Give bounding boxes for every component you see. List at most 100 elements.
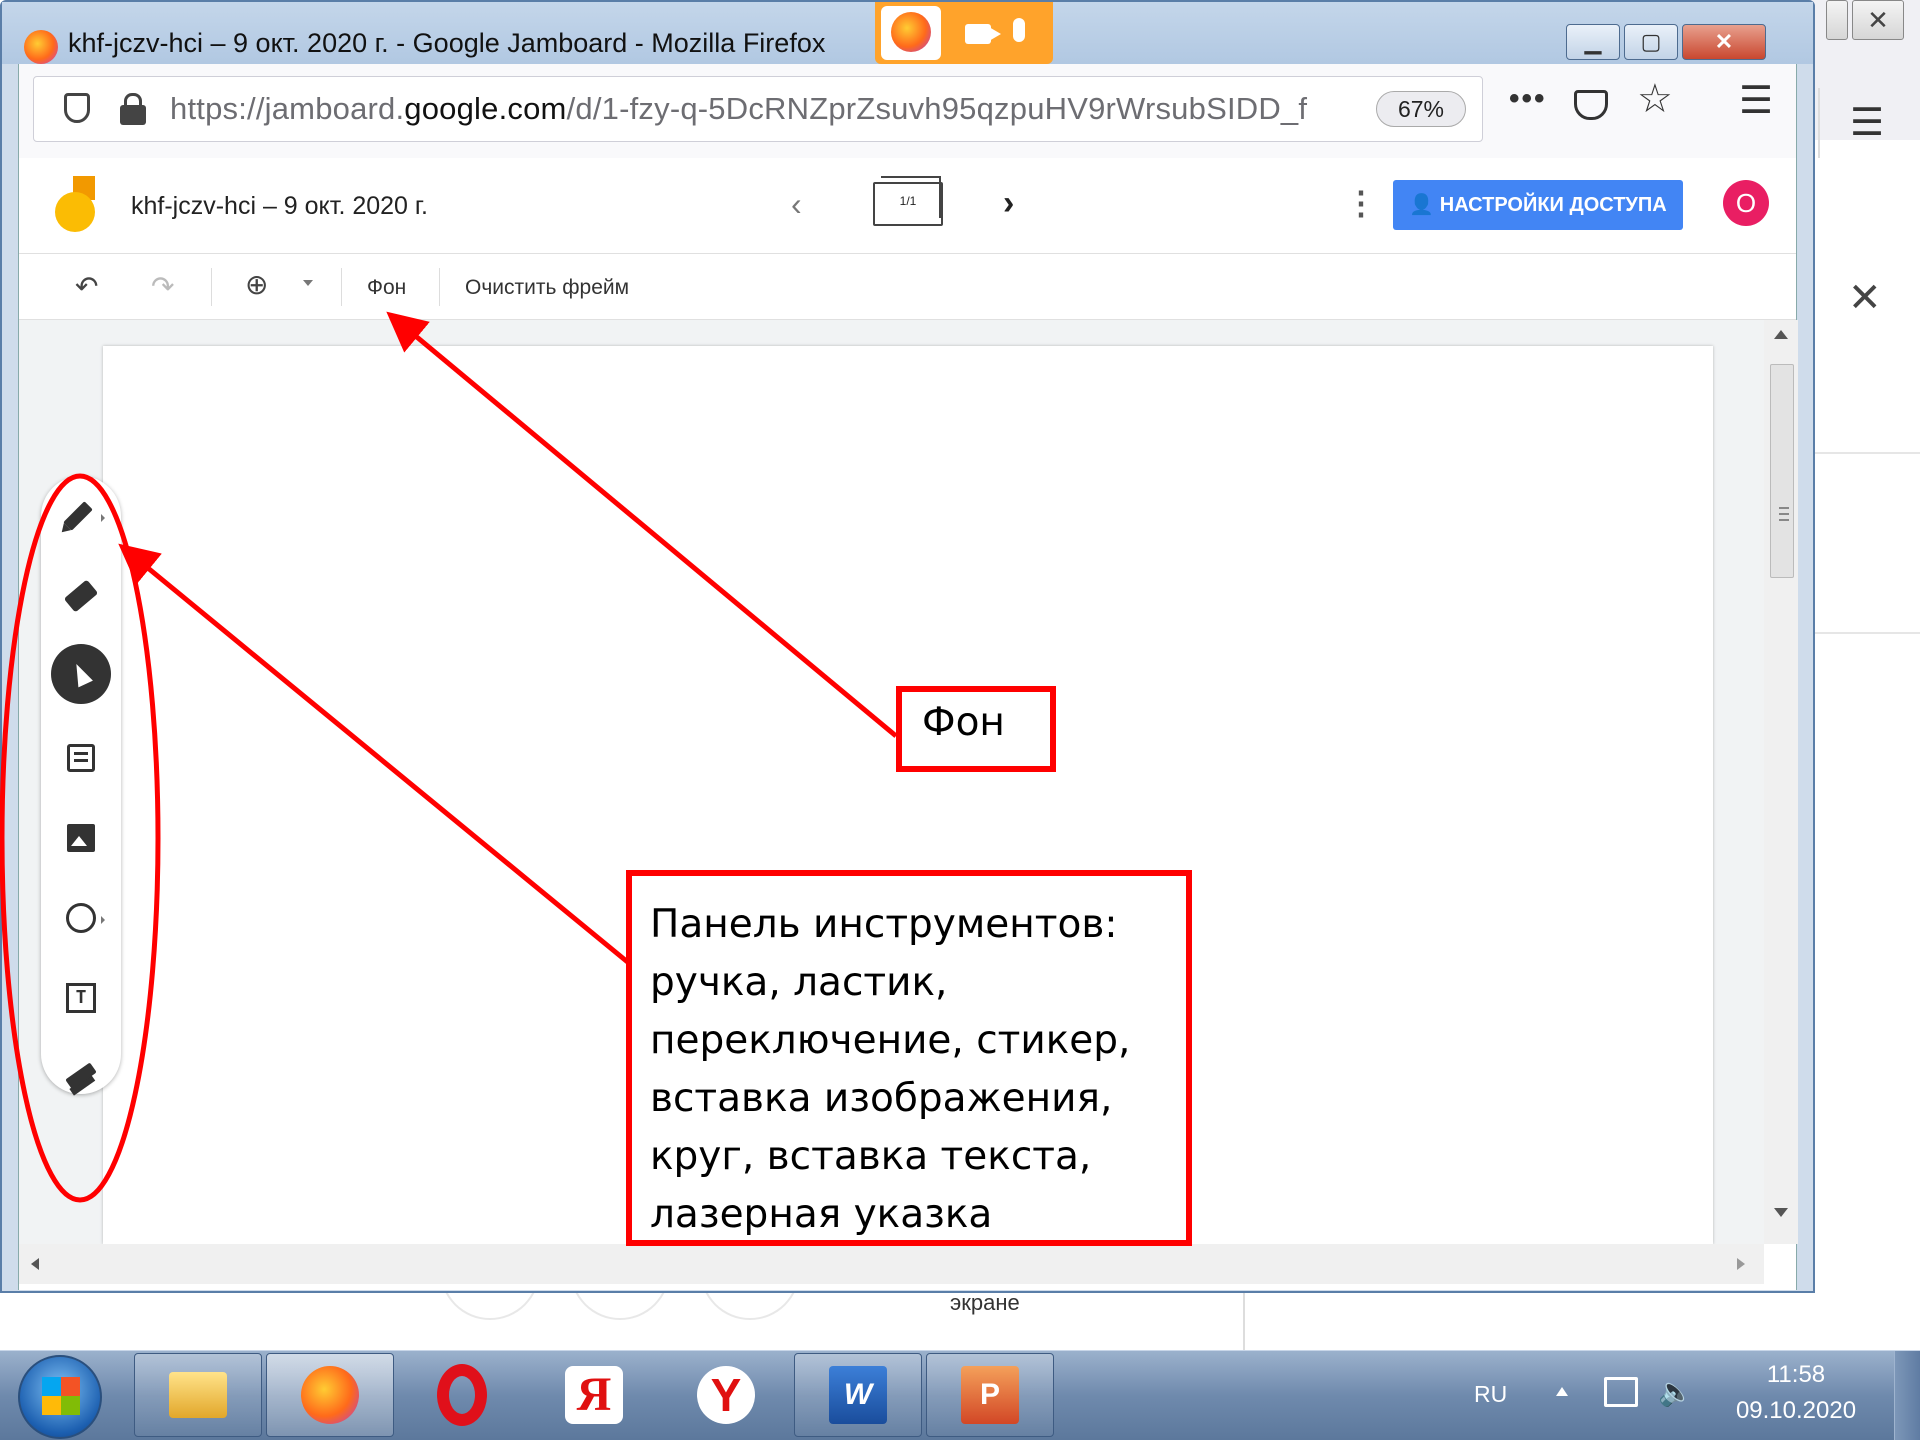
text-box-tool[interactable]: T — [55, 972, 107, 1024]
scroll-up-arrow-icon[interactable] — [1774, 330, 1788, 339]
laser-tool[interactable] — [55, 1050, 107, 1102]
microphone-icon — [1013, 18, 1025, 42]
volume-icon[interactable]: 🔈 — [1658, 1375, 1693, 1408]
person-icon: 👤 — [1409, 194, 1440, 216]
camera-icon — [965, 24, 1001, 44]
tool-panel: T — [41, 476, 121, 1094]
lock-icon[interactable] — [120, 93, 146, 125]
pen-tool[interactable] — [55, 490, 107, 542]
page-actions-more-icon[interactable]: ••• — [1509, 82, 1547, 116]
frame-bar-toggle[interactable]: 1/1 — [873, 176, 943, 226]
window-title: khf-jczv-hci – 9 окт. 2020 г. - Google J… — [68, 28, 826, 58]
firefox-icon — [891, 12, 931, 52]
maximize-button[interactable]: ▢ — [1624, 24, 1678, 60]
address-bar[interactable]: https://jamboard.google.com/d/1-fzy-q-5D… — [33, 76, 1483, 142]
background-button[interactable]: Фон — [367, 276, 406, 300]
taskbar-word[interactable]: W — [794, 1353, 922, 1437]
frame-counter: 1/1 — [899, 194, 917, 208]
shape-options-caret-icon — [101, 916, 105, 924]
close-button[interactable]: ✕ — [1682, 24, 1766, 60]
image-icon — [67, 824, 95, 852]
bg-hamburger-menu-icon[interactable]: ☰ — [1850, 100, 1884, 145]
tools-callout-line: переключение, стикер, — [650, 1018, 1131, 1063]
tools-callout-line: лазерная указка — [650, 1192, 993, 1237]
taskbar-explorer[interactable] — [134, 1353, 262, 1437]
show-desktop-button[interactable] — [1894, 1351, 1920, 1440]
avatar[interactable]: О — [1723, 180, 1769, 226]
toolbar-divider — [341, 268, 342, 306]
bg-divider — [1243, 1290, 1245, 1350]
zoom-in-icon[interactable]: ⊕ — [245, 268, 268, 301]
clock-time[interactable]: 11:58 — [1736, 1361, 1856, 1389]
tools-callout-line: круг, вставка текста, — [650, 1134, 1092, 1179]
previous-frame-icon[interactable]: ‹ — [791, 186, 802, 223]
sharing-indicator[interactable] — [875, 2, 1053, 64]
eraser-icon — [63, 579, 99, 613]
background-callout: Фон — [896, 686, 1056, 772]
share-button[interactable]: 👤 НАСТРОЙКИ ДОСТУПА — [1393, 180, 1683, 230]
clock-date[interactable]: 09.10.2020 — [1728, 1397, 1864, 1425]
yandex-browser-icon: Y — [697, 1366, 755, 1424]
minimize-button[interactable]: ▁ — [1566, 24, 1620, 60]
sharing-firefox-box — [881, 6, 941, 60]
sticky-note-tool[interactable] — [55, 732, 107, 784]
url-text[interactable]: https://jamboard.google.com/d/1-fzy-q-5D… — [170, 91, 1307, 127]
circle-tool[interactable] — [55, 892, 107, 944]
title-bar: khf-jczv-hci – 9 окт. 2020 г. - Google J… — [2, 2, 1813, 64]
taskbar: Я Y W P RU 🔈 11:58 09.10.2020 — [0, 1350, 1920, 1440]
show-hidden-icons-icon[interactable] — [1556, 1387, 1568, 1396]
clear-frame-button[interactable]: Очистить фрейм — [465, 276, 629, 300]
bg-divider — [1810, 452, 1920, 454]
bookmark-star-icon[interactable]: ☆ — [1637, 76, 1673, 122]
add-image-tool[interactable] — [55, 812, 107, 864]
zoom-badge[interactable]: 67% — [1376, 91, 1466, 127]
select-tool[interactable] — [51, 644, 111, 704]
scroll-left-arrow-icon[interactable] — [31, 1258, 39, 1270]
text-box-icon: T — [66, 983, 96, 1013]
pocket-icon[interactable] — [1574, 90, 1608, 120]
hamburger-menu-icon[interactable]: ☰ — [1739, 78, 1773, 123]
tools-callout-line: вставка изображения, — [650, 1076, 1113, 1121]
powerpoint-icon: P — [961, 1366, 1019, 1424]
logo-circle — [55, 192, 95, 232]
jamboard-logo[interactable] — [55, 176, 99, 234]
bg-close-icon[interactable]: ✕ — [1848, 275, 1882, 321]
taskbar-firefox[interactable] — [266, 1353, 394, 1437]
horizontal-scrollbar[interactable] — [19, 1244, 1764, 1284]
taskbar-yandex-browser[interactable]: Y — [662, 1353, 790, 1437]
opera-icon — [437, 1364, 487, 1426]
edit-toolbar: ↶ ↷ ⊕ Фон Очистить фрейм — [19, 254, 1796, 320]
shield-icon[interactable] — [64, 93, 90, 123]
taskbar-powerpoint[interactable]: P — [926, 1353, 1054, 1437]
start-button[interactable] — [18, 1355, 102, 1439]
url-prefix: https://jamboard. — [170, 91, 405, 126]
more-options-icon[interactable]: ⋮ — [1345, 184, 1377, 222]
redo-icon[interactable]: ↷ — [151, 270, 174, 303]
scroll-down-arrow-icon[interactable] — [1774, 1208, 1788, 1217]
tools-callout-line: Панель инструментов: — [650, 902, 1118, 947]
pointer-arrow-icon — [69, 660, 93, 688]
sticky-note-icon — [67, 744, 95, 772]
background-window-right — [1810, 0, 1920, 1350]
laser-pointer-icon — [65, 1062, 97, 1090]
document-title[interactable]: khf-jczv-hci – 9 окт. 2020 г. — [131, 192, 428, 221]
eraser-tool[interactable] — [55, 570, 107, 622]
language-indicator[interactable]: RU — [1474, 1381, 1507, 1408]
tools-callout: Панель инструментов: ручка, ластик, пере… — [626, 870, 1192, 1246]
scroll-right-arrow-icon[interactable] — [1737, 1258, 1745, 1270]
network-icon[interactable] — [1604, 1377, 1638, 1407]
bg-window-edge — [1826, 0, 1848, 40]
scroll-thumb[interactable] — [1770, 364, 1794, 578]
vertical-scrollbar[interactable] — [1764, 320, 1798, 1244]
share-button-label: НАСТРОЙКИ ДОСТУПА — [1439, 194, 1667, 216]
taskbar-yandex[interactable]: Я — [530, 1353, 658, 1437]
bg-window-divider — [1818, 88, 1820, 158]
bg-divider — [1810, 632, 1920, 634]
undo-icon[interactable]: ↶ — [75, 270, 98, 303]
zoom-dropdown-icon[interactable] — [303, 280, 313, 286]
windows-logo-icon — [42, 1377, 80, 1415]
taskbar-opera[interactable] — [398, 1353, 526, 1437]
next-frame-icon[interactable]: › — [1003, 184, 1014, 223]
circle-icon — [66, 903, 96, 933]
bg-window-close-icon[interactable]: ✕ — [1852, 0, 1904, 40]
